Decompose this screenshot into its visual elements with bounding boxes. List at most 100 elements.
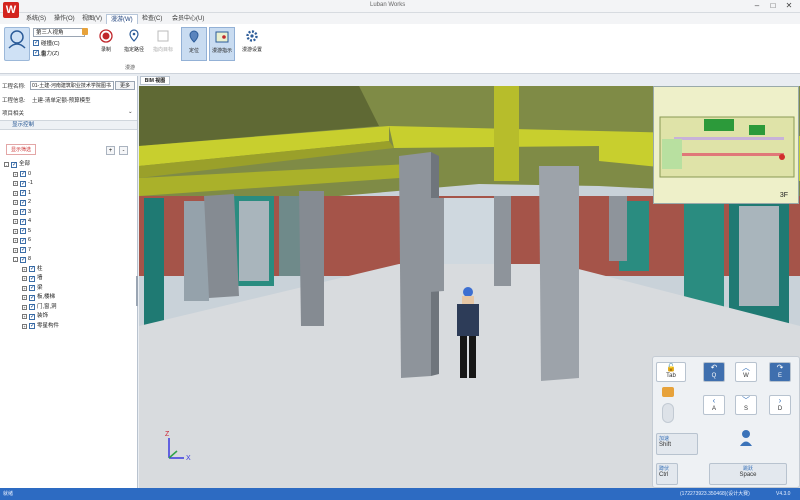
display-control-header[interactable]: 显示控制 [0, 120, 137, 130]
scrollbar-thumb[interactable] [136, 276, 138, 306]
tree-toggle-icon[interactable]: + [22, 323, 27, 329]
tree-checkbox[interactable] [20, 199, 26, 208]
d-key[interactable]: › D [769, 395, 791, 415]
record-button[interactable]: 录制 [93, 27, 119, 61]
tree-toggle-icon[interactable]: + [13, 219, 18, 225]
tree-row[interactable]: +5 [4, 227, 134, 236]
tree-label: 墙 [37, 275, 43, 282]
close-button[interactable]: ✕ [782, 1, 796, 11]
tree-toggle-icon[interactable]: + [13, 228, 18, 234]
tree-toggle-icon[interactable]: + [22, 266, 27, 272]
collapse-icon[interactable]: ⌄ [128, 109, 133, 115]
tree-checkbox[interactable] [29, 265, 35, 274]
tree-toggle-icon[interactable]: - [4, 162, 9, 168]
tree-row[interactable]: + 板,楼梯 [4, 293, 134, 303]
tree-row[interactable]: - 全部 [4, 160, 134, 170]
tree-row[interactable]: +2 [4, 198, 134, 208]
person-button[interactable]: 人物 [4, 27, 46, 61]
tree-row[interactable]: +4 [4, 217, 134, 227]
tree-row[interactable]: +柱 [4, 265, 134, 274]
tree-toggle-icon[interactable]: + [13, 209, 18, 215]
project-related-header[interactable]: 项目相关 [2, 109, 24, 117]
tree-row[interactable]: +6 [4, 236, 134, 246]
tree-checkbox[interactable] [29, 322, 35, 331]
filter-button[interactable]: 显示筛选 [6, 144, 36, 155]
tree-checkbox[interactable] [11, 161, 17, 170]
tree-toggle-icon[interactable]: + [22, 285, 27, 291]
roam-settings-button[interactable]: 漫游设置 [239, 27, 265, 61]
menu-system[interactable]: 系统(S) [22, 14, 50, 24]
menu-roam[interactable]: 漫游(W) [106, 14, 138, 24]
tree-row[interactable]: + 门,窗,洞 [4, 303, 134, 312]
more-button[interactable]: 更多 [115, 81, 135, 90]
a-key[interactable]: ‹ A [703, 395, 725, 415]
space-key[interactable]: 跳跃 Space [709, 463, 787, 485]
tree-toggle-icon[interactable]: + [13, 238, 18, 244]
tree-toggle-icon[interactable]: - [13, 257, 18, 263]
tree-checkbox[interactable] [29, 275, 35, 284]
tree-checkbox[interactable] [20, 227, 26, 236]
gravity-label: 重力(Z) [41, 51, 60, 57]
tab-bim-view[interactable]: BIM 视图 [140, 76, 170, 85]
tree-checkbox[interactable] [20, 208, 26, 217]
set-path-button[interactable]: 指定路径 [121, 27, 147, 61]
menu-view[interactable]: 视图(V) [78, 14, 106, 24]
maximize-button[interactable]: □ [766, 1, 780, 11]
tree-checkbox[interactable] [20, 246, 26, 255]
tree-row[interactable]: +7 [4, 246, 134, 255]
locate-target-button[interactable]: 指向目标 [150, 27, 176, 61]
tab-key[interactable]: 🔓 Tab [656, 362, 686, 382]
roam-tip-button[interactable]: 漫游指示 [209, 27, 235, 61]
tree-toggle-icon[interactable]: + [13, 171, 18, 177]
menu-check[interactable]: 检查(C) [138, 14, 166, 24]
tree-checkbox[interactable] [20, 180, 26, 189]
tree-toggle-icon[interactable]: + [13, 190, 18, 196]
s-key[interactable]: ﹀ S [735, 395, 757, 415]
shift-key[interactable]: 加速 Shift [656, 433, 698, 455]
expand-all-button[interactable]: + [106, 146, 115, 155]
tree-checkbox[interactable] [29, 294, 35, 303]
tree-row[interactable]: + 装饰 [4, 312, 134, 322]
tree-checkbox[interactable] [20, 170, 26, 179]
tree-row[interactable]: + 零星构件 [4, 322, 134, 331]
tree-row[interactable]: +1 [4, 189, 134, 198]
project-name-field[interactable]: 01-土建-河南建筑职业技术学院图书 [30, 81, 114, 90]
collapse-all-button[interactable]: - [119, 146, 128, 155]
tab-key-label: Tab [666, 373, 676, 379]
mouse-icon [662, 403, 674, 423]
tree-checkbox[interactable] [20, 218, 26, 227]
tree-toggle-icon[interactable]: + [13, 200, 18, 206]
menu-member[interactable]: 会员中心(U) [168, 14, 208, 24]
minimize-button[interactable]: – [750, 1, 764, 11]
tree-toggle-icon[interactable]: + [13, 247, 18, 253]
ctrl-key[interactable]: 蹲伏 Ctrl [656, 463, 678, 485]
tree-checkbox[interactable] [20, 256, 26, 265]
locate-button[interactable]: 定位 [181, 27, 207, 61]
gravity-checkbox[interactable]: 重力(Z) [33, 49, 59, 57]
tree-toggle-icon[interactable]: + [22, 295, 27, 301]
w-key[interactable]: ︿ W [735, 362, 757, 382]
e-key[interactable]: ↷ E [769, 362, 791, 382]
tree-row[interactable]: + -1 [4, 179, 134, 189]
tree-checkbox[interactable] [20, 189, 26, 198]
tree-checkbox[interactable] [29, 303, 35, 312]
collision-checkbox[interactable]: 碰撞(C) [33, 39, 60, 47]
tree-checkbox[interactable] [29, 284, 35, 293]
lock-icon[interactable] [82, 28, 88, 35]
tree-toggle-icon[interactable]: + [22, 304, 27, 310]
camera-icon[interactable] [662, 387, 674, 397]
tree-checkbox[interactable] [20, 237, 26, 246]
tree-row[interactable]: +梁 [4, 284, 134, 293]
tree-toggle-icon[interactable]: + [22, 276, 27, 282]
tree-toggle-icon[interactable]: + [22, 314, 27, 320]
tree-row[interactable]: +0 [4, 170, 134, 179]
q-key[interactable]: ↶ Q [703, 362, 725, 382]
tree-checkbox[interactable] [29, 313, 35, 322]
tree-row[interactable]: +墙 [4, 274, 134, 284]
view-mode-select[interactable]: 第三人视角 [33, 28, 85, 37]
floor-minimap[interactable]: 3F [653, 86, 799, 204]
tree-row[interactable]: -8 [4, 255, 134, 265]
tree-row[interactable]: +3 [4, 208, 134, 217]
menu-operate[interactable]: 操作(O) [50, 14, 79, 24]
tree-toggle-icon[interactable]: + [13, 181, 18, 187]
